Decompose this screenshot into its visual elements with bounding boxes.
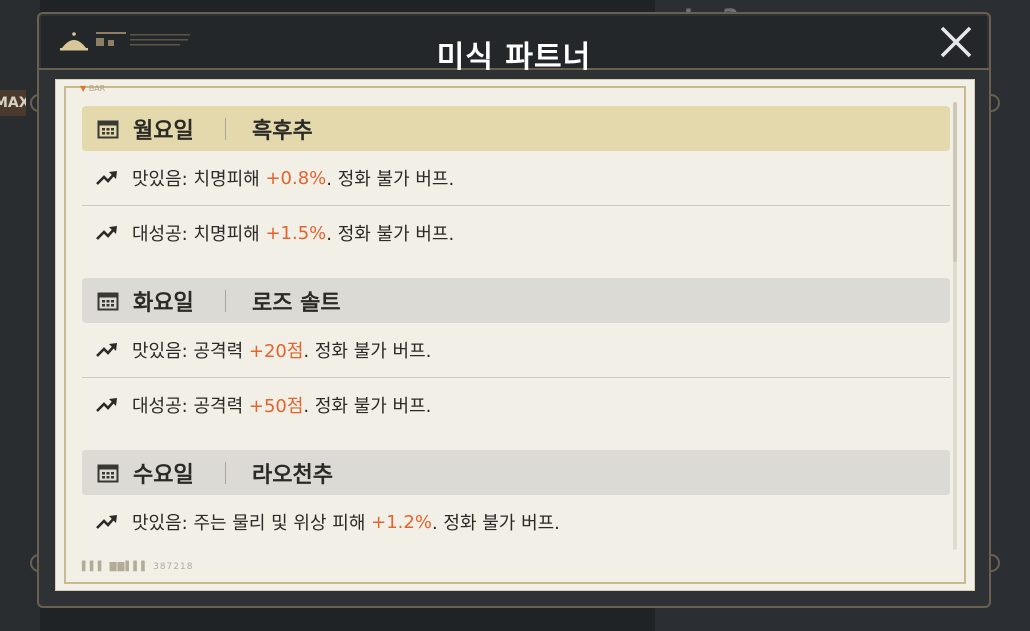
day-name: 월요일 <box>133 118 194 144</box>
calendar-icon <box>97 464 119 482</box>
day-header-monday: 월요일 흑후추 <box>82 106 950 151</box>
effect-row: 맛있음: 주는 물리 및 위상 피해 +1.2%. 정화 불가 버프. <box>82 495 950 549</box>
trend-up-icon <box>96 515 117 529</box>
dish-name: 흑후추 <box>252 118 313 144</box>
day-name: 수요일 <box>133 462 194 488</box>
calendar-icon <box>97 292 119 310</box>
header-separator <box>225 117 226 140</box>
effect-prefix: 맛있음: 치명피해 <box>132 169 266 190</box>
effect-value: +1.5% <box>265 222 327 244</box>
background-max-badge: MAX <box>0 90 26 116</box>
cloche-icon <box>60 32 190 51</box>
effect-suffix: . 정화 불가 버프. <box>431 513 560 534</box>
effect-prefix: 맛있음: 주는 물리 및 위상 피해 <box>132 513 372 534</box>
dish-name: 로즈 솔트 <box>252 290 341 316</box>
effect-prefix: 대성공: 공격력 <box>132 396 249 417</box>
trend-up-icon <box>96 171 117 185</box>
dish-name: 라오천추 <box>252 462 333 488</box>
calendar-icon <box>97 120 119 138</box>
close-icon[interactable] <box>936 22 976 62</box>
effect-prefix: 맛있음: 공격력 <box>132 341 249 362</box>
partner-buff-panel: ▼ BAR 월요일 흑후추 맛있음: 치명피해 +0.8%. 정화 불가 버프.… <box>55 79 975 591</box>
effect-suffix: . 정화 불가 버프. <box>303 341 432 362</box>
header-separator <box>225 461 226 484</box>
day-header-wednesday: 수요일 라오천추 <box>82 450 950 495</box>
header-separator <box>225 289 226 312</box>
effect-row: 대성공: 치명피해 +1.5%. 정화 불가 버프. <box>82 206 950 260</box>
effect-row: 맛있음: 공격력 +20점. 정화 불가 버프. <box>82 323 950 378</box>
effect-suffix: . 정화 불가 버프. <box>326 169 455 190</box>
scrollbar-thumb[interactable] <box>953 102 957 262</box>
day-name: 화요일 <box>133 290 194 316</box>
effect-value: +50점 <box>248 396 304 417</box>
day-list[interactable]: 월요일 흑후추 맛있음: 치명피해 +0.8%. 정화 불가 버프. 대성공: … <box>82 106 950 549</box>
effect-value: +0.8% <box>265 167 327 189</box>
day-header-tuesday: 화요일 로즈 솔트 <box>82 278 950 323</box>
effect-value: +20점 <box>248 341 304 362</box>
trend-up-icon <box>96 226 117 240</box>
effect-prefix: 대성공: 치명피해 <box>132 224 266 245</box>
effect-row: 대성공: 공격력 +50점. 정화 불가 버프. <box>82 378 950 432</box>
bar-tag: ▼ BAR <box>80 84 106 93</box>
effect-suffix: . 정화 불가 버프. <box>326 224 455 245</box>
effect-value: +1.2% <box>371 511 432 533</box>
footer-barcode: ▌▌▌ ▇▇▌▌▌ 387218 <box>82 562 194 572</box>
effect-row: 맛있음: 치명피해 +0.8%. 정화 불가 버프. <box>82 151 950 206</box>
trend-up-icon <box>96 343 117 357</box>
trend-up-icon <box>96 398 117 412</box>
effect-suffix: . 정화 불가 버프. <box>303 396 432 417</box>
